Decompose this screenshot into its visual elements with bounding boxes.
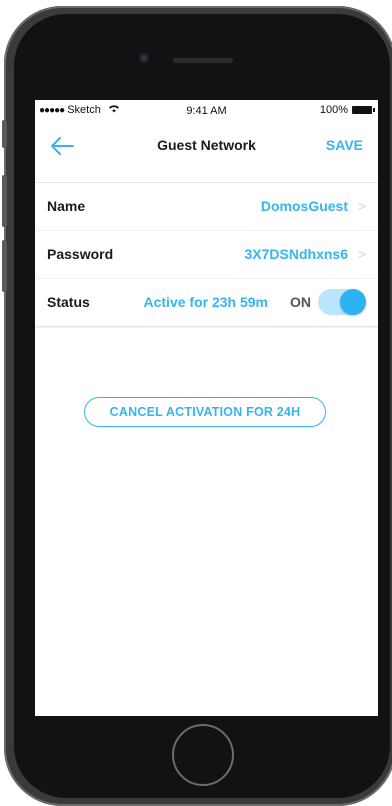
chevron-right-icon: > [357,198,366,214]
status-bar: ●●●●● Sketch 9:41 AM 100% [35,100,378,120]
app-screen: ●●●●● Sketch 9:41 AM 100% Guest Network … [35,100,378,716]
password-row[interactable]: Password 3X7DSNdhxns6 > [35,230,378,278]
battery-percent: 100% [319,104,348,116]
name-label: Name [47,198,86,214]
toggle-knob[interactable] [340,289,366,315]
status-value: Active for 23h 59m [143,294,269,310]
volume-down-button [2,240,7,292]
name-value: DomosGuest [260,198,348,214]
navigation-bar: Guest Network SAVE [35,120,378,183]
mute-switch [2,120,7,148]
volume-up-button [2,175,7,227]
status-label: Status [47,294,90,310]
status-right: 100% [319,104,375,116]
status-toggle[interactable] [318,289,366,315]
earpiece-speaker [173,58,233,63]
toggle-state-label: ON [290,294,311,310]
chevron-right-icon: > [357,246,366,262]
password-value: 3X7DSNdhxns6 [244,246,348,262]
name-row[interactable]: Name DomosGuest > [35,183,378,230]
settings-list: Name DomosGuest > Password 3X7DSNdhxns6 … [35,183,378,327]
password-label: Password [47,246,114,262]
front-camera [139,53,149,63]
battery-icon [352,106,375,114]
save-button[interactable]: SAVE [326,137,363,153]
status-row: Status Active for 23h 59m ON [35,278,378,326]
cancel-activation-button[interactable]: CANCEL ACTIVATION FOR 24H [84,397,326,427]
home-button[interactable] [172,724,234,786]
